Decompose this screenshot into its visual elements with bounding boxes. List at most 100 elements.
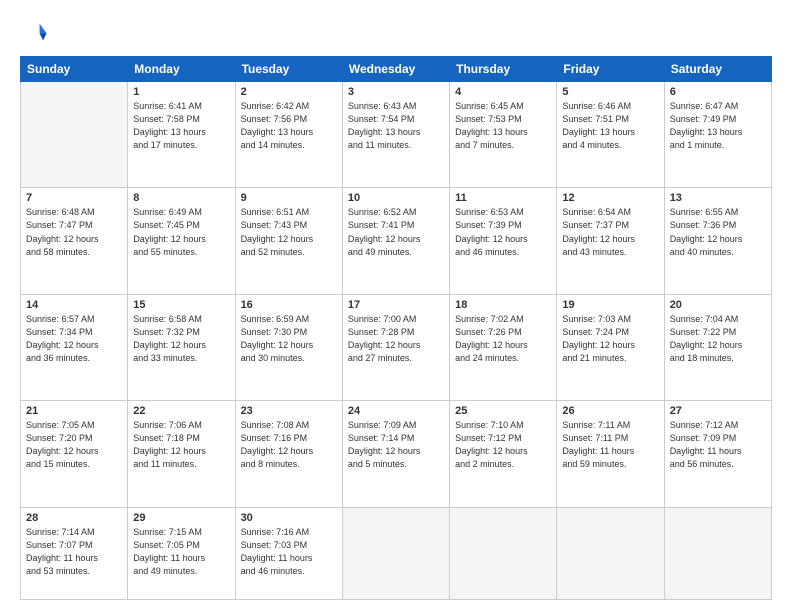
day-info: Sunrise: 6:42 AM Sunset: 7:56 PM Dayligh… xyxy=(241,100,337,152)
day-info: Sunrise: 7:10 AM Sunset: 7:12 PM Dayligh… xyxy=(455,419,551,471)
day-info: Sunrise: 6:43 AM Sunset: 7:54 PM Dayligh… xyxy=(348,100,444,152)
calendar-cell: 10 Sunrise: 6:52 AM Sunset: 7:41 PM Dayli… xyxy=(342,188,449,294)
day-number: 2 xyxy=(241,86,337,98)
day-number: 16 xyxy=(241,299,337,311)
day-info: Sunrise: 7:12 AM Sunset: 7:09 PM Dayligh… xyxy=(670,419,766,471)
calendar-week-3: 14 Sunrise: 6:57 AM Sunset: 7:34 PM Dayli… xyxy=(21,294,772,400)
day-number: 14 xyxy=(26,299,122,311)
day-info: Sunrise: 6:54 AM Sunset: 7:37 PM Dayligh… xyxy=(562,206,658,258)
calendar-cell xyxy=(664,507,771,599)
day-info: Sunrise: 6:51 AM Sunset: 7:43 PM Dayligh… xyxy=(241,206,337,258)
logo-icon xyxy=(20,18,48,46)
day-info: Sunrise: 7:11 AM Sunset: 7:11 PM Dayligh… xyxy=(562,419,658,471)
day-info: Sunrise: 7:08 AM Sunset: 7:16 PM Dayligh… xyxy=(241,419,337,471)
calendar-cell: 2 Sunrise: 6:42 AM Sunset: 7:56 PM Daylig… xyxy=(235,82,342,188)
calendar-cell: 14 Sunrise: 6:57 AM Sunset: 7:34 PM Dayli… xyxy=(21,294,128,400)
day-info: Sunrise: 7:14 AM Sunset: 7:07 PM Dayligh… xyxy=(26,526,122,578)
calendar-cell xyxy=(557,507,664,599)
calendar-cell: 15 Sunrise: 6:58 AM Sunset: 7:32 PM Dayli… xyxy=(128,294,235,400)
calendar-cell: 9 Sunrise: 6:51 AM Sunset: 7:43 PM Daylig… xyxy=(235,188,342,294)
calendar-week-5: 28 Sunrise: 7:14 AM Sunset: 7:07 PM Dayli… xyxy=(21,507,772,599)
day-info: Sunrise: 6:41 AM Sunset: 7:58 PM Dayligh… xyxy=(133,100,229,152)
calendar-cell: 18 Sunrise: 7:02 AM Sunset: 7:26 PM Dayli… xyxy=(450,294,557,400)
day-info: Sunrise: 7:03 AM Sunset: 7:24 PM Dayligh… xyxy=(562,313,658,365)
day-number: 12 xyxy=(562,192,658,204)
day-info: Sunrise: 6:52 AM Sunset: 7:41 PM Dayligh… xyxy=(348,206,444,258)
day-info: Sunrise: 7:05 AM Sunset: 7:20 PM Dayligh… xyxy=(26,419,122,471)
day-number: 21 xyxy=(26,405,122,417)
header xyxy=(20,18,772,46)
calendar-cell: 11Sunrise: 6:53 AM Sunset: 7:39 PM Dayli… xyxy=(450,188,557,294)
calendar-cell: 24 Sunrise: 7:09 AM Sunset: 7:14 PM Dayli… xyxy=(342,401,449,507)
day-number: 27 xyxy=(670,405,766,417)
day-info: Sunrise: 7:15 AM Sunset: 7:05 PM Dayligh… xyxy=(133,526,229,578)
day-number: 9 xyxy=(241,192,337,204)
day-info: Sunrise: 6:55 AM Sunset: 7:36 PM Dayligh… xyxy=(670,206,766,258)
calendar-cell: 29 Sunrise: 7:15 AM Sunset: 7:05 PM Dayli… xyxy=(128,507,235,599)
calendar-cell: 4 Sunrise: 6:45 AM Sunset: 7:53 PM Daylig… xyxy=(450,82,557,188)
day-number: 17 xyxy=(348,299,444,311)
logo xyxy=(20,18,52,46)
day-number: 8 xyxy=(133,192,229,204)
calendar-cell xyxy=(342,507,449,599)
calendar-cell: 26 Sunrise: 7:11 AM Sunset: 7:11 PM Dayli… xyxy=(557,401,664,507)
calendar-cell xyxy=(21,82,128,188)
calendar-cell: 8 Sunrise: 6:49 AM Sunset: 7:45 PM Daylig… xyxy=(128,188,235,294)
day-number: 19 xyxy=(562,299,658,311)
day-info: Sunrise: 7:04 AM Sunset: 7:22 PM Dayligh… xyxy=(670,313,766,365)
day-number: 1 xyxy=(133,86,229,98)
day-number: 29 xyxy=(133,512,229,524)
day-number: 4 xyxy=(455,86,551,98)
day-info: Sunrise: 6:49 AM Sunset: 7:45 PM Dayligh… xyxy=(133,206,229,258)
calendar-cell: 22 Sunrise: 7:06 AM Sunset: 7:18 PM Dayli… xyxy=(128,401,235,507)
day-info: Sunrise: 7:06 AM Sunset: 7:18 PM Dayligh… xyxy=(133,419,229,471)
day-header-thursday: Thursday xyxy=(450,57,557,82)
day-number: 24 xyxy=(348,405,444,417)
day-number: 15 xyxy=(133,299,229,311)
day-number: 18 xyxy=(455,299,551,311)
calendar-cell: 16 Sunrise: 6:59 AM Sunset: 7:30 PM Dayli… xyxy=(235,294,342,400)
day-number: 30 xyxy=(241,512,337,524)
day-info: Sunrise: 7:02 AM Sunset: 7:26 PM Dayligh… xyxy=(455,313,551,365)
day-number: 25 xyxy=(455,405,551,417)
day-header-sunday: Sunday xyxy=(21,57,128,82)
day-header-friday: Friday xyxy=(557,57,664,82)
calendar-cell: 1 Sunrise: 6:41 AM Sunset: 7:58 PM Daylig… xyxy=(128,82,235,188)
calendar-cell: 5 Sunrise: 6:46 AM Sunset: 7:51 PM Daylig… xyxy=(557,82,664,188)
calendar-cell: 30 Sunrise: 7:16 AM Sunset: 7:03 PM Dayli… xyxy=(235,507,342,599)
day-info: Sunrise: 6:57 AM Sunset: 7:34 PM Dayligh… xyxy=(26,313,122,365)
day-number: 13 xyxy=(670,192,766,204)
calendar-cell: 20Sunrise: 7:04 AM Sunset: 7:22 PM Dayli… xyxy=(664,294,771,400)
calendar-table: SundayMondayTuesdayWednesdayThursdayFrid… xyxy=(20,56,772,600)
day-number: 5 xyxy=(562,86,658,98)
day-number: 22 xyxy=(133,405,229,417)
calendar-cell: 7 Sunrise: 6:48 AM Sunset: 7:47 PM Daylig… xyxy=(21,188,128,294)
day-info: Sunrise: 7:00 AM Sunset: 7:28 PM Dayligh… xyxy=(348,313,444,365)
calendar-cell: 21 Sunrise: 7:05 AM Sunset: 7:20 PM Dayli… xyxy=(21,401,128,507)
day-info: Sunrise: 7:16 AM Sunset: 7:03 PM Dayligh… xyxy=(241,526,337,578)
calendar-cell: 28 Sunrise: 7:14 AM Sunset: 7:07 PM Dayli… xyxy=(21,507,128,599)
day-info: Sunrise: 6:45 AM Sunset: 7:53 PM Dayligh… xyxy=(455,100,551,152)
day-number: 23 xyxy=(241,405,337,417)
day-info: Sunrise: 6:48 AM Sunset: 7:47 PM Dayligh… xyxy=(26,206,122,258)
calendar-cell: 6 Sunrise: 6:47 AM Sunset: 7:49 PM Daylig… xyxy=(664,82,771,188)
day-info: Sunrise: 6:46 AM Sunset: 7:51 PM Dayligh… xyxy=(562,100,658,152)
day-info: Sunrise: 6:47 AM Sunset: 7:49 PM Dayligh… xyxy=(670,100,766,152)
day-info: Sunrise: 7:09 AM Sunset: 7:14 PM Dayligh… xyxy=(348,419,444,471)
page: SundayMondayTuesdayWednesdayThursdayFrid… xyxy=(0,0,792,612)
day-number: 6 xyxy=(670,86,766,98)
calendar-header-row: SundayMondayTuesdayWednesdayThursdayFrid… xyxy=(21,57,772,82)
calendar-cell xyxy=(450,507,557,599)
day-number: 10 xyxy=(348,192,444,204)
calendar-cell: 13 Sunrise: 6:55 AM Sunset: 7:36 PM Dayli… xyxy=(664,188,771,294)
day-number: 26 xyxy=(562,405,658,417)
calendar-week-4: 21 Sunrise: 7:05 AM Sunset: 7:20 PM Dayli… xyxy=(21,401,772,507)
day-number: 28 xyxy=(26,512,122,524)
day-info: Sunrise: 6:59 AM Sunset: 7:30 PM Dayligh… xyxy=(241,313,337,365)
calendar-cell: 12 Sunrise: 6:54 AM Sunset: 7:37 PM Dayli… xyxy=(557,188,664,294)
calendar-cell: 25 Sunrise: 7:10 AM Sunset: 7:12 PM Dayli… xyxy=(450,401,557,507)
calendar-cell: 27 Sunrise: 7:12 AM Sunset: 7:09 PM Dayli… xyxy=(664,401,771,507)
day-number: 7 xyxy=(26,192,122,204)
day-info: Sunrise: 6:58 AM Sunset: 7:32 PM Dayligh… xyxy=(133,313,229,365)
calendar-cell: 3Sunrise: 6:43 AM Sunset: 7:54 PM Daylig… xyxy=(342,82,449,188)
